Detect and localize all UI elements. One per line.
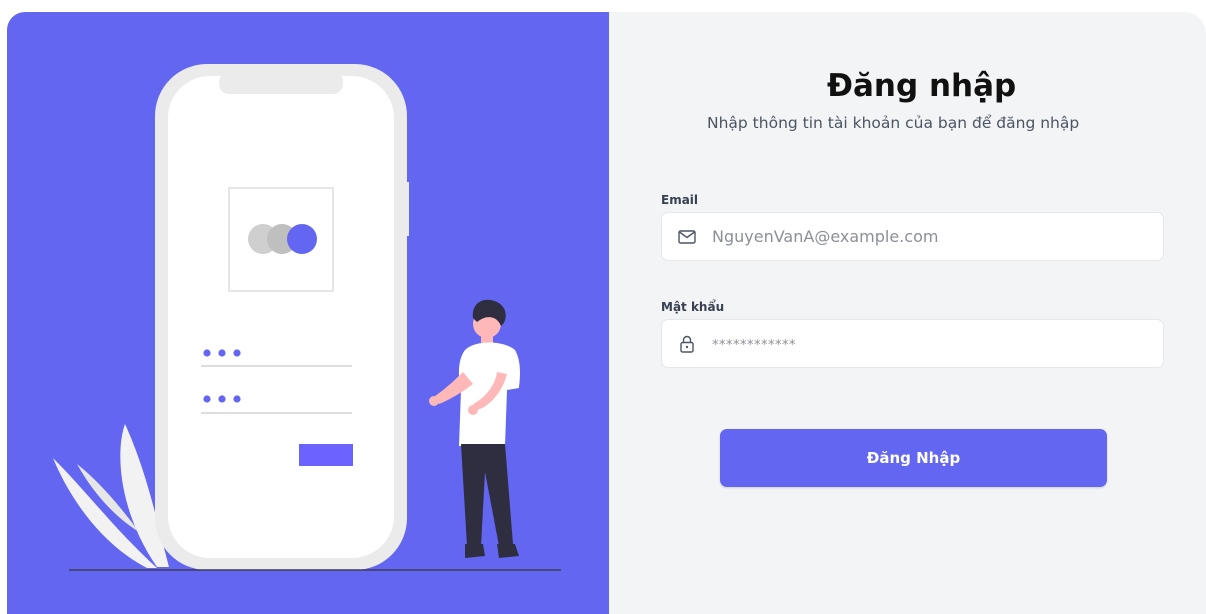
password-field[interactable] — [661, 319, 1164, 368]
login-card: Đăng nhập Nhập thông tin tài khoản của b… — [7, 12, 1206, 614]
person-icon — [429, 299, 520, 558]
login-form-panel: Đăng nhập Nhập thông tin tài khoản của b… — [609, 12, 1206, 614]
lock-icon — [662, 319, 712, 368]
phone-icon — [155, 64, 409, 570]
email-label: Email — [661, 193, 699, 207]
page-subtitle: Nhập thông tin tài khoản của bạn để đăng… — [707, 114, 1080, 132]
login-illustration — [53, 64, 561, 571]
illustration-panel — [7, 12, 609, 614]
password-label: Mật khẩu — [661, 300, 725, 314]
email-input[interactable] — [712, 213, 1163, 260]
login-button[interactable]: Đăng Nhập — [720, 429, 1107, 487]
password-input[interactable] — [712, 320, 1163, 367]
email-field[interactable] — [661, 212, 1164, 261]
page-title: Đăng nhập — [827, 68, 1017, 104]
leaf-icon — [53, 424, 169, 568]
mail-icon — [662, 212, 712, 261]
